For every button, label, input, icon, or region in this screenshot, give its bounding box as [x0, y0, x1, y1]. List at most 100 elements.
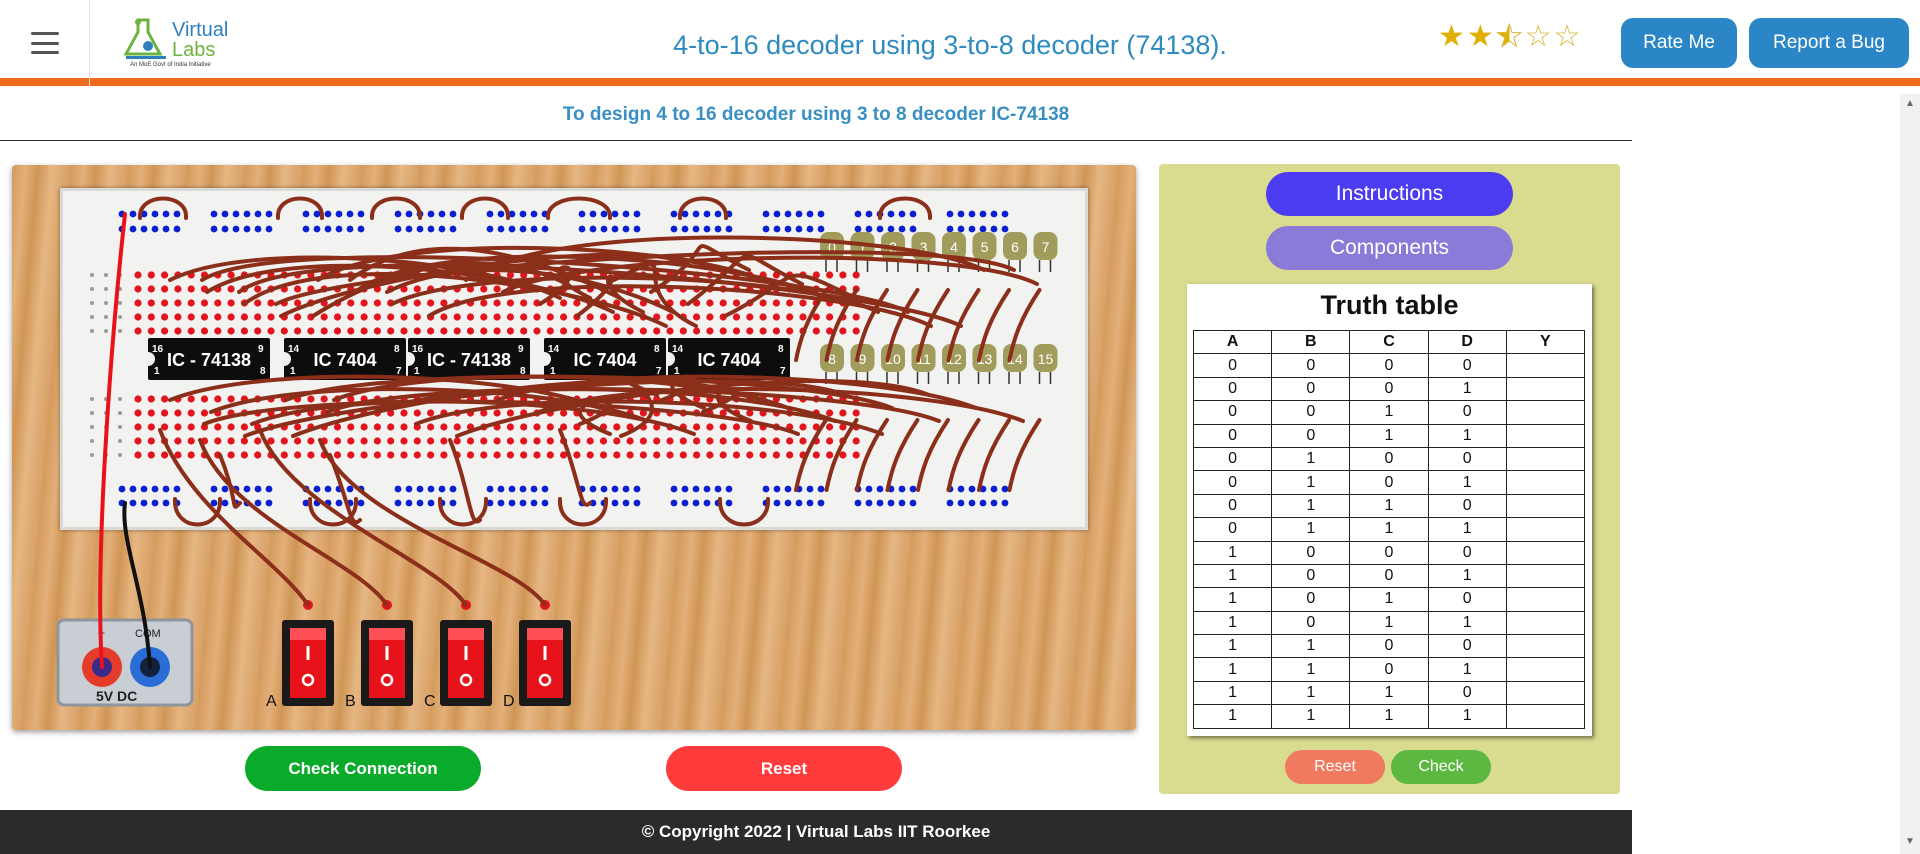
terminal-hole[interactable]	[187, 285, 195, 293]
terminal-hole[interactable]	[134, 271, 142, 279]
terminal-hole[interactable]	[732, 451, 741, 459]
rail-hole[interactable]	[692, 225, 700, 233]
rail-hole[interactable]	[968, 210, 976, 218]
terminal-hole[interactable]	[693, 313, 701, 321]
rail-hole[interactable]	[909, 210, 917, 218]
terminal-hole[interactable]	[387, 423, 395, 431]
rail-hole[interactable]	[817, 210, 825, 218]
input-switch[interactable]: A	[266, 600, 334, 710]
terminal-hole[interactable]	[732, 313, 741, 321]
terminal-hole[interactable]	[493, 285, 501, 293]
rail-hole[interactable]	[990, 485, 998, 493]
terminal-hole[interactable]	[839, 327, 847, 335]
ic-chip[interactable]: IC 740414187	[668, 338, 790, 380]
terminal-hole[interactable]	[493, 437, 501, 445]
terminal-hole[interactable]	[546, 327, 554, 335]
rail-hole[interactable]	[530, 225, 538, 233]
terminal-hole[interactable]	[333, 327, 342, 335]
rail-hole[interactable]	[795, 225, 803, 233]
terminal-hole[interactable]	[360, 327, 368, 335]
rail-hole[interactable]	[622, 210, 630, 218]
terminal-hole[interactable]	[706, 313, 714, 321]
terminal-hole[interactable]	[320, 395, 328, 403]
terminal-hole[interactable]	[227, 437, 235, 445]
rail-hole[interactable]	[957, 225, 965, 233]
rail-hole[interactable]	[762, 210, 770, 218]
terminal-hole[interactable]	[161, 451, 169, 459]
rail-hole[interactable]	[898, 499, 906, 507]
rail-hole[interactable]	[140, 499, 148, 507]
terminal-hole[interactable]	[759, 313, 767, 321]
terminal-hole[interactable]	[227, 451, 235, 459]
terminal-hole[interactable]	[599, 313, 608, 321]
terminal-hole[interactable]	[134, 437, 142, 445]
terminal-hole[interactable]	[161, 327, 169, 335]
terminal-hole[interactable]	[493, 313, 501, 321]
terminal-hole[interactable]	[706, 451, 714, 459]
terminal-hole[interactable]	[506, 299, 514, 307]
terminal-hole[interactable]	[772, 299, 781, 307]
terminal-hole[interactable]	[134, 451, 142, 459]
terminal-hole[interactable]	[772, 313, 781, 321]
rail-hole[interactable]	[173, 210, 181, 218]
terminal-hole[interactable]	[679, 299, 687, 307]
terminal-hole[interactable]	[719, 327, 727, 335]
terminal-hole[interactable]	[320, 313, 328, 321]
terminal-hole[interactable]	[240, 451, 248, 459]
terminal-hole[interactable]	[533, 327, 541, 335]
terminal-hole[interactable]	[546, 423, 554, 431]
terminal-hole[interactable]	[466, 313, 475, 321]
terminal-hole[interactable]	[174, 285, 182, 293]
rail-hole[interactable]	[357, 499, 365, 507]
rail-hole[interactable]	[957, 485, 965, 493]
terminal-hole[interactable]	[254, 285, 262, 293]
terminal-hole[interactable]	[746, 451, 754, 459]
rail-hole[interactable]	[324, 210, 332, 218]
rail-hole[interactable]	[254, 499, 262, 507]
terminal-hole[interactable]	[187, 451, 195, 459]
terminal-hole[interactable]	[294, 285, 302, 293]
ic-chip[interactable]: IC 740414187	[544, 338, 666, 380]
rail-hole[interactable]	[784, 210, 792, 218]
terminal-hole[interactable]	[493, 409, 501, 417]
rail-hole[interactable]	[210, 225, 218, 233]
output-cell[interactable]	[1505, 470, 1586, 495]
terminal-hole[interactable]	[227, 423, 235, 431]
terminal-hole[interactable]	[254, 313, 262, 321]
rail-hole[interactable]	[254, 225, 262, 233]
rail-hole[interactable]	[946, 210, 954, 218]
rail-hole[interactable]	[898, 225, 906, 233]
rail-hole[interactable]	[405, 210, 413, 218]
terminal-hole[interactable]	[812, 327, 820, 335]
terminal-hole[interactable]	[520, 299, 528, 307]
rail-hole[interactable]	[129, 485, 137, 493]
terminal-hole[interactable]	[413, 451, 421, 459]
terminal-hole[interactable]	[347, 327, 355, 335]
terminal-hole[interactable]	[147, 285, 155, 293]
rail-hole[interactable]	[530, 210, 538, 218]
terminal-hole[interactable]	[161, 299, 169, 307]
terminal-hole[interactable]	[746, 313, 754, 321]
terminal-hole[interactable]	[347, 437, 355, 445]
terminal-hole[interactable]	[839, 271, 847, 279]
rail-hole[interactable]	[335, 225, 343, 233]
terminal-hole[interactable]	[852, 313, 860, 321]
output-cell[interactable]	[1505, 587, 1586, 612]
output-cell[interactable]	[1505, 680, 1586, 706]
terminal-hole[interactable]	[653, 451, 661, 459]
terminal-hole[interactable]	[732, 437, 741, 445]
terminal-hole[interactable]	[187, 299, 195, 307]
rail-hole[interactable]	[140, 485, 148, 493]
rail-hole[interactable]	[817, 499, 825, 507]
wire[interactable]	[977, 418, 1011, 492]
terminal-hole[interactable]	[347, 423, 355, 431]
terminal-hole[interactable]	[613, 451, 621, 459]
rail-hole[interactable]	[990, 225, 998, 233]
terminal-hole[interactable]	[546, 437, 554, 445]
terminal-hole[interactable]	[200, 395, 209, 403]
terminal-hole[interactable]	[679, 437, 687, 445]
terminal-hole[interactable]	[586, 437, 594, 445]
rail-hole[interactable]	[357, 210, 365, 218]
terminal-hole[interactable]	[214, 437, 222, 445]
rail-hole[interactable]	[541, 485, 549, 493]
